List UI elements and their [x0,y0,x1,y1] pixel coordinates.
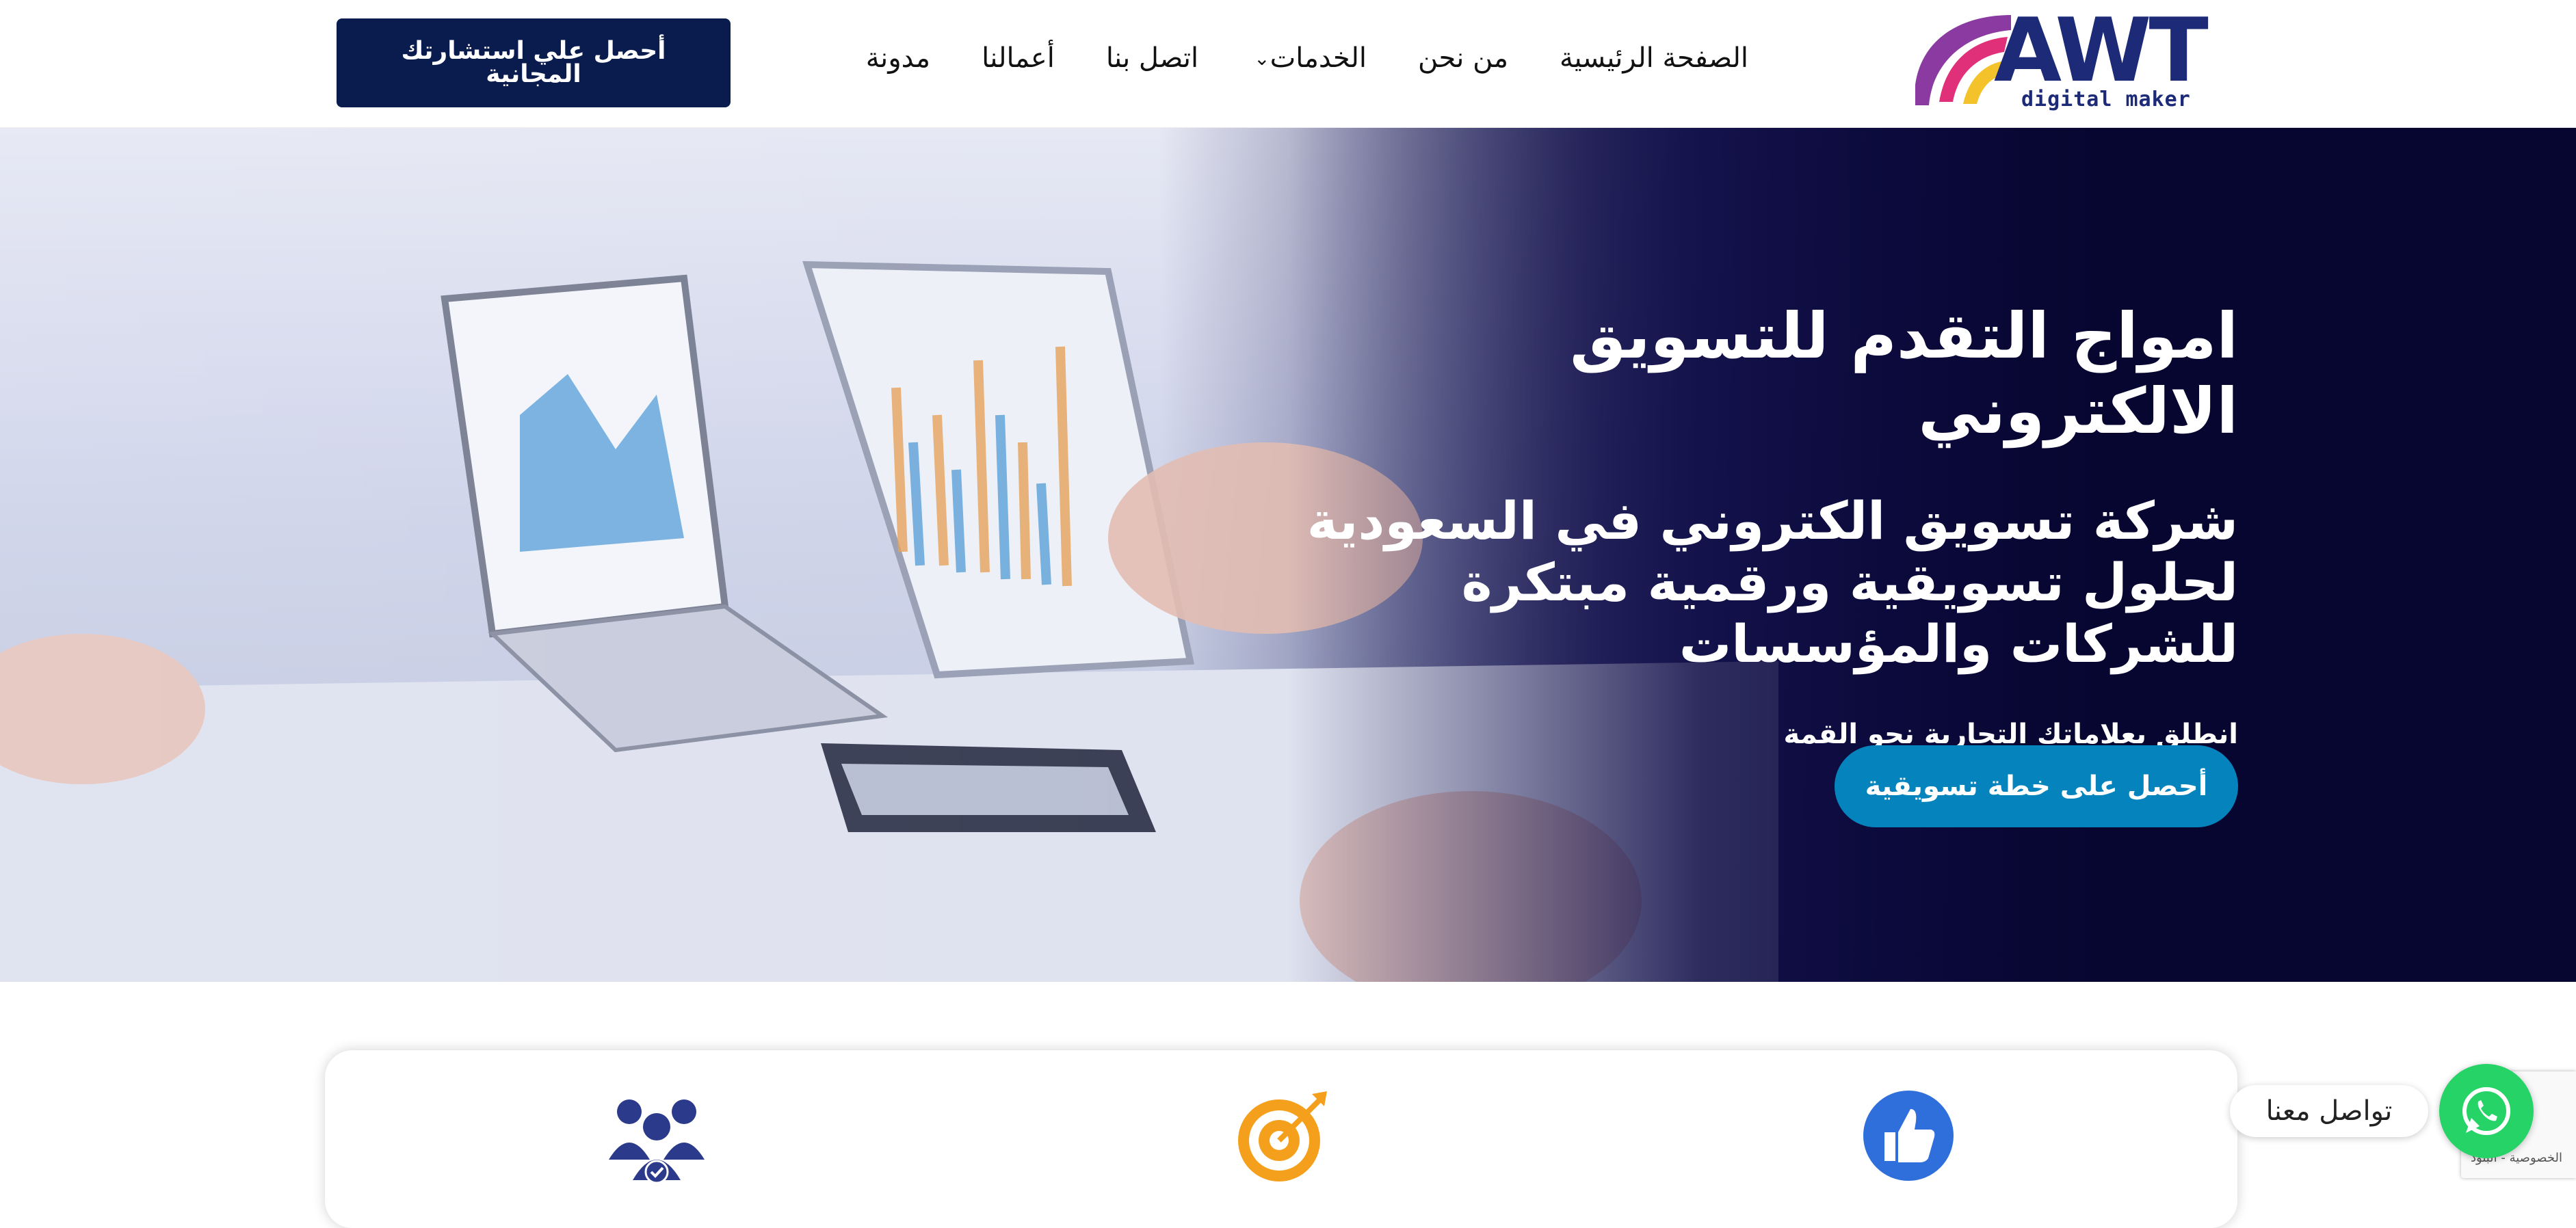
hero-section: امواج التقدم للتسويق الالكتروني شركة تسو… [0,128,2576,982]
nav-blog[interactable]: مدونة [866,42,930,74]
marketing-plan-button[interactable]: أحصل على خطة تسويقية [1835,745,2238,827]
team-icon [609,1099,705,1184]
chevron-down-icon: ⌄ [1254,46,1270,70]
nav-about[interactable]: من نحن [1418,42,1508,74]
nav-portfolio[interactable]: أعمالنا [982,42,1055,74]
whatsapp-button[interactable] [2439,1064,2534,1158]
awt-logo[interactable]: AWT digital maker [1908,0,2209,114]
logo-tagline: digital maker [2021,88,2191,111]
nav-contact-label: اتصل بنا [1105,42,1199,74]
free-consultation-button[interactable]: أحصل علي استشارتك المجانية [337,18,731,107]
hero-subtitle: شركة تسويق الكتروني في السعودية لحلول تس… [1306,490,2238,674]
nav-portfolio-label: أعمالنا [982,42,1055,74]
thumbs-up-icon [1863,1091,1954,1181]
nav-about-label: من نحن [1418,42,1509,74]
nav-services[interactable]: ⌄ الخدمات [1250,42,1367,74]
nav-home-label: الصفحة الرئيسية [1560,42,1748,74]
contact-us-label[interactable]: تواصل معنا [2230,1085,2428,1137]
hero-text-block: امواج التقدم للتسويق الالكتروني شركة تسو… [1280,299,2238,750]
nav-blog-label: مدونة [865,42,931,74]
nav-contact[interactable]: اتصل بنا [1106,42,1198,74]
features-card [325,1050,2237,1228]
target-icon [1238,1091,1327,1182]
hero-title: امواج التقدم للتسويق الالكتروني [1570,299,2238,448]
site-header: AWT digital maker الصفحة الرئيسية من نحن… [0,0,2576,129]
nav-services-label: الخدمات [1270,42,1367,74]
main-nav: الصفحة الرئيسية من نحن ⌄ الخدمات اتصل بن… [815,42,1748,74]
whatsapp-icon [2462,1087,2510,1135]
logo-wordmark: AWT [1994,0,2209,102]
nav-home[interactable]: الصفحة الرئيسية [1560,42,1748,74]
